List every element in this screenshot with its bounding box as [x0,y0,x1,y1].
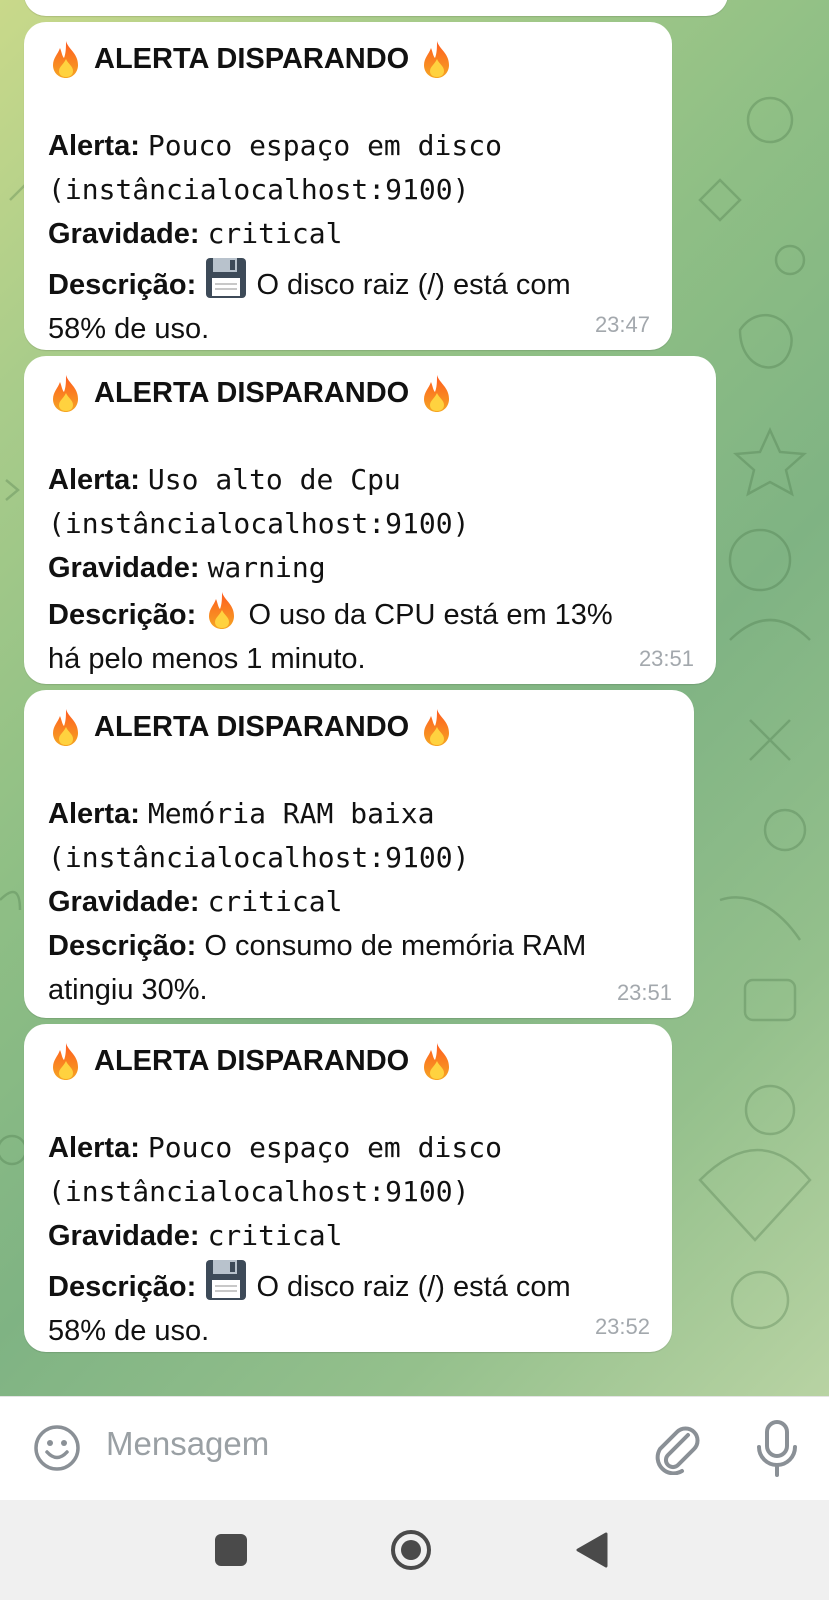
message-bubble: ALERTA DISPARANDO Alerta: Uso alto de Cp… [24,356,716,684]
back-triangle-icon[interactable] [574,1530,608,1570]
microphone-icon[interactable] [752,1419,802,1477]
instance-line: (instâncialocalhost:9100) [48,173,470,206]
instance-line: (instâncialocalhost:9100) [48,1175,470,1208]
severity-line: Gravidade: critical [48,885,343,918]
smiley-icon[interactable] [32,1423,82,1473]
chat-background: ALERTA DISPARANDO Alerta: Pouco espaço e… [0,0,829,1396]
fire-icon [424,709,450,746]
fire-icon [53,375,78,412]
recents-square-icon[interactable] [215,1534,247,1566]
floppy-disk-icon [206,258,247,298]
alert-name-line: Alerta: Pouco espaço em disco [48,1131,502,1164]
home-circle-icon[interactable] [389,1528,433,1572]
previous-message-bubble [24,0,728,16]
fire-icon [53,1043,78,1080]
alert-title: ALERTA DISPARANDO [48,370,692,416]
alert-title: ALERTA DISPARANDO [48,1038,648,1084]
description-line-2: 58% de uso. [48,1315,210,1347]
description-line: Descrição: O disco raiz (/) está com [48,256,648,307]
instance-line: (instâncialocalhost:9100) [48,841,470,874]
fire-icon [424,375,450,412]
description-line-2: há pelo menos 1 minuto. [48,643,366,675]
message-timestamp: 23:52 [594,1314,650,1339]
fire-icon [424,1043,450,1080]
description-line-2: atingiu 30%. [48,974,208,1006]
fire-icon [209,592,235,629]
description-line: Descrição: O uso da CPU está em 13% [48,590,692,637]
message-bubble: ALERTA DISPARANDO Alerta: Pouco espaço e… [24,22,672,350]
severity-line: Gravidade: critical [48,217,343,250]
message-bubble: ALERTA DISPARANDO Alerta: Memória RAM ba… [24,690,694,1018]
message-timestamp: 23:47 [594,312,650,337]
paperclip-icon[interactable] [648,1419,704,1475]
alert-name-line: Alerta: Memória RAM baixa [48,797,435,830]
alert-name-line: Alerta: Uso alto de Cpu [48,463,401,496]
floppy-disk-icon [206,1260,247,1300]
message-timestamp: 23:51 [616,980,672,1005]
fire-icon [53,709,78,746]
message-timestamp: 23:51 [638,646,694,671]
system-navigation-bar [0,1500,829,1600]
alert-title: ALERTA DISPARANDO [48,704,670,750]
severity-line: Gravidade: critical [48,1219,343,1252]
message-bubble: ALERTA DISPARANDO Alerta: Pouco espaço e… [24,1024,672,1352]
description-line-2: 58% de uso. [48,313,210,345]
message-input[interactable]: Mensagem [106,1425,269,1463]
fire-icon [53,41,78,78]
fire-icon [424,41,450,78]
severity-line: Gravidade: warning [48,551,326,584]
description-line: Descrição: O consumo de memória RAM [48,930,587,962]
description-line: Descrição: O disco raiz (/) está com [48,1258,648,1309]
message-composer: Mensagem [0,1396,829,1501]
alert-name-line: Alerta: Pouco espaço em disco [48,129,502,162]
alert-title: ALERTA DISPARANDO [48,36,648,82]
instance-line: (instâncialocalhost:9100) [48,507,470,540]
